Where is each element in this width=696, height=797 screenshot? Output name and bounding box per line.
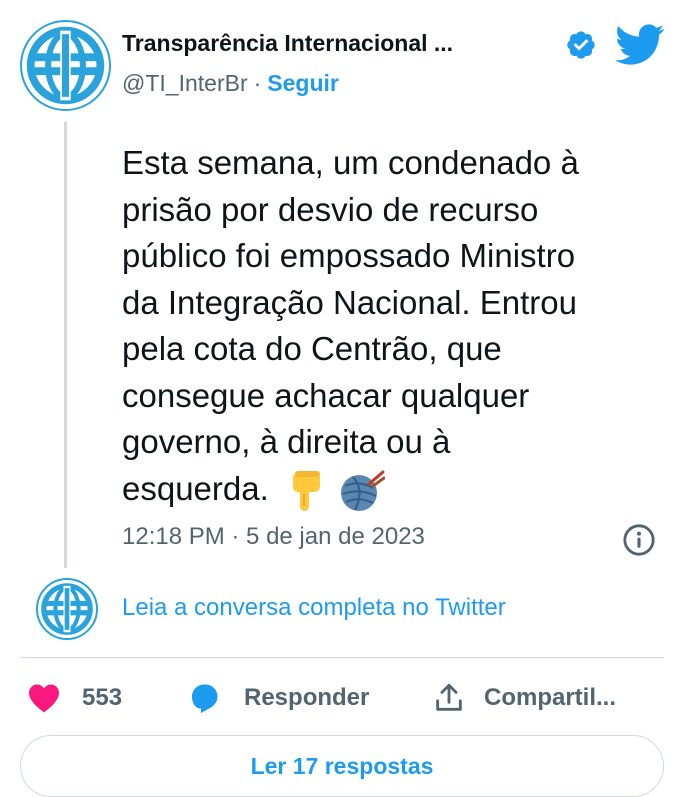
author-avatar[interactable] bbox=[20, 20, 111, 111]
tweet-text-line: prisão por desvio de recurso bbox=[122, 190, 539, 228]
read-replies-button[interactable]: Ler 17 respostas bbox=[20, 735, 664, 797]
share-button[interactable]: Compartil... bbox=[432, 678, 616, 718]
follow-link[interactable]: Seguir bbox=[267, 70, 339, 96]
like-button[interactable]: 553 bbox=[26, 678, 122, 718]
thread-line bbox=[64, 122, 67, 568]
share-label: Compartil... bbox=[484, 684, 617, 711]
tweet-text: Esta semana, um condenado à prisão por d… bbox=[122, 140, 682, 512]
pointing-down-hand-icon bbox=[287, 470, 327, 512]
conversation-avatar[interactable] bbox=[36, 578, 98, 640]
like-count: 553 bbox=[82, 684, 123, 711]
reply-label: Responder bbox=[244, 684, 370, 711]
share-icon bbox=[436, 683, 462, 711]
tweet-text-line: governo, à direita ou à bbox=[122, 423, 451, 460]
heart-icon bbox=[29, 684, 59, 713]
reply-bubble-icon bbox=[192, 684, 218, 713]
read-conversation-link[interactable]: Leia a conversa completa no Twitter bbox=[122, 594, 506, 622]
transparency-international-logo bbox=[26, 26, 105, 105]
tweet-text-line: da Integração Nacional. Entrou bbox=[122, 283, 577, 321]
tweet-text-line: público foi empossado Ministro bbox=[122, 237, 576, 274]
separator: · bbox=[253, 70, 262, 96]
tweet-text-line: consegue achacar qualquer bbox=[122, 376, 530, 414]
info-icon[interactable] bbox=[622, 523, 656, 557]
verified-badge-icon bbox=[567, 31, 595, 59]
tweet-text-line: esquerda. bbox=[122, 469, 269, 507]
handle-row: @TI_InterBr · Seguir bbox=[122, 70, 339, 97]
reply-button[interactable]: Responder bbox=[186, 678, 369, 718]
divider bbox=[20, 657, 664, 658]
tweet-timestamp[interactable]: 12:18 PM · 5 de jan de 2023 bbox=[122, 523, 425, 551]
tweet-text-line: Esta semana, um condenado à bbox=[122, 144, 579, 181]
tweet-text-line: pela cota do Centrão, que bbox=[122, 330, 502, 367]
transparency-international-logo bbox=[41, 583, 93, 635]
yarn-ball-icon bbox=[339, 470, 385, 512]
author-name[interactable]: Transparência Internacional ... bbox=[122, 30, 453, 57]
author-handle[interactable]: @TI_InterBr bbox=[122, 70, 248, 96]
tweet-text-last-line: esquerda. bbox=[122, 466, 682, 513]
twitter-bird-icon[interactable] bbox=[615, 24, 665, 66]
